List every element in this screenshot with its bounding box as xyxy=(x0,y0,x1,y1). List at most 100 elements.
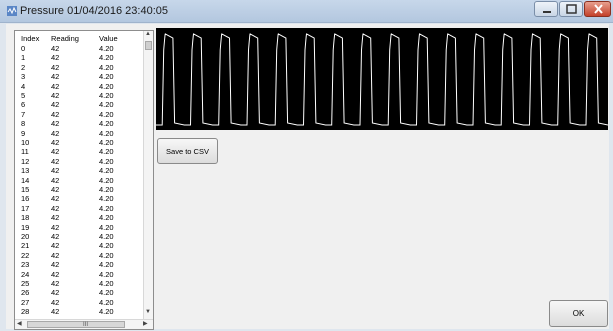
close-button[interactable] xyxy=(584,1,611,17)
cell-index: 25 xyxy=(21,279,30,288)
cell-index: 7 xyxy=(21,109,26,119)
table-row[interactable]: 4 42 4.20 xyxy=(15,82,143,91)
scroll-up-icon[interactable]: ▲ xyxy=(145,31,151,37)
cell-value: 4.20 xyxy=(99,203,114,213)
cell-index: 17 xyxy=(21,203,30,213)
table-row[interactable]: 3 42 4.20 xyxy=(15,72,143,81)
table-row[interactable]: 27 42 4.20 xyxy=(15,298,143,307)
table-row[interactable]: 5 42 4.20 xyxy=(15,91,143,100)
cell-index: 6 xyxy=(21,100,26,110)
cell-value: 4.20 xyxy=(99,72,114,82)
cell-reading: 42 xyxy=(51,213,60,223)
cell-reading: 42 xyxy=(51,260,60,270)
table-row[interactable]: 20 42 4.20 xyxy=(15,232,143,241)
cell-reading: 42 xyxy=(51,250,60,260)
pressure-waveform-plot xyxy=(156,28,608,130)
table-row[interactable]: 11 42 4.20 xyxy=(15,147,143,156)
cell-reading: 42 xyxy=(51,232,60,241)
table-row[interactable]: 8 42 4.20 xyxy=(15,119,143,128)
table-row[interactable]: 1 42 4.20 xyxy=(15,53,143,62)
maximize-button[interactable] xyxy=(559,1,583,17)
table-row[interactable]: 13 42 4.20 xyxy=(15,166,143,175)
table-row[interactable]: 14 42 4.20 xyxy=(15,176,143,185)
cell-index: 14 xyxy=(21,175,30,185)
cell-value: 4.20 xyxy=(99,91,114,100)
table-row[interactable]: 2 42 4.20 xyxy=(15,63,143,72)
cell-index: 15 xyxy=(21,185,30,194)
cell-reading: 42 xyxy=(51,53,60,63)
cell-index: 22 xyxy=(21,250,30,260)
waveform-line xyxy=(156,33,608,126)
cell-index: 11 xyxy=(21,147,29,157)
table-row[interactable]: 22 42 4.20 xyxy=(15,251,143,260)
cell-index: 24 xyxy=(21,269,30,279)
cell-reading: 42 xyxy=(51,307,60,317)
readings-list[interactable]: Index Reading Value 0 42 4.20 1 42 4.20 2 42 4.2… xyxy=(14,30,154,330)
cell-index: 5 xyxy=(21,91,26,100)
horizontal-scroll-thumb[interactable]: III xyxy=(27,321,125,328)
scroll-left-icon[interactable]: ◀ xyxy=(17,320,22,327)
cell-value: 4.20 xyxy=(99,185,114,194)
cell-value: 4.20 xyxy=(99,166,114,176)
table-row[interactable]: 28 42 4.20 xyxy=(15,307,143,316)
cell-value: 4.20 xyxy=(99,44,114,53)
horizontal-scrollbar[interactable]: ◀ III ▶ xyxy=(15,319,153,329)
table-row[interactable]: 6 42 4.20 xyxy=(15,100,143,109)
table-row[interactable]: 25 42 4.20 xyxy=(15,279,143,288)
cell-reading: 42 xyxy=(51,175,60,185)
table-row[interactable]: 26 42 4.20 xyxy=(15,288,143,297)
table-row[interactable]: 21 42 4.20 xyxy=(15,241,143,250)
cell-value: 4.20 xyxy=(99,109,114,119)
scroll-down-icon[interactable]: ▼ xyxy=(145,309,151,315)
cell-reading: 42 xyxy=(51,147,60,157)
column-header-index[interactable]: Index xyxy=(21,34,39,43)
table-row[interactable]: 17 42 4.20 xyxy=(15,204,143,213)
table-row[interactable]: 0 42 4.20 xyxy=(15,44,143,53)
table-row[interactable]: 7 42 4.20 xyxy=(15,110,143,119)
cell-index: 9 xyxy=(21,128,26,138)
cell-reading: 42 xyxy=(51,72,60,82)
table-row[interactable]: 23 42 4.20 xyxy=(15,260,143,269)
cell-reading: 42 xyxy=(51,222,60,232)
maximize-icon xyxy=(566,4,577,14)
window-title: Pressure 01/04/2016 23:40:05 xyxy=(20,5,169,17)
table-row[interactable]: 9 42 4.20 xyxy=(15,129,143,138)
vertical-scrollbar[interactable]: ▲ ▼ xyxy=(143,31,153,319)
table-row[interactable]: 24 42 4.20 xyxy=(15,270,143,279)
save-to-csv-button[interactable]: Save to CSV xyxy=(157,138,218,164)
table-row[interactable]: 19 42 4.20 xyxy=(15,223,143,232)
cell-value: 4.20 xyxy=(99,100,114,110)
cell-value: 4.20 xyxy=(99,119,114,129)
scroll-right-icon[interactable]: ▶ xyxy=(143,320,148,327)
cell-reading: 42 xyxy=(51,44,60,53)
cell-reading: 42 xyxy=(51,185,60,194)
cell-value: 4.20 xyxy=(99,232,114,241)
minimize-button[interactable] xyxy=(534,1,558,17)
table-row[interactable]: 12 42 4.20 xyxy=(15,157,143,166)
cell-value: 4.20 xyxy=(99,138,114,147)
cell-reading: 42 xyxy=(51,81,60,91)
cell-index: 4 xyxy=(21,81,26,91)
vertical-scroll-thumb[interactable] xyxy=(145,41,152,50)
cell-index: 21 xyxy=(21,241,30,251)
cell-value: 4.20 xyxy=(99,81,114,91)
cell-reading: 42 xyxy=(51,194,60,204)
cell-value: 4.20 xyxy=(99,156,114,166)
cell-reading: 42 xyxy=(51,119,60,129)
cell-value: 4.20 xyxy=(99,288,114,298)
table-row[interactable]: 18 42 4.20 xyxy=(15,213,143,222)
table-row[interactable]: 10 42 4.20 xyxy=(15,138,143,147)
cell-index: 13 xyxy=(21,166,30,176)
cell-index: 10 xyxy=(21,138,30,147)
cell-value: 4.20 xyxy=(99,222,114,232)
minimize-icon xyxy=(543,11,551,13)
ok-button[interactable]: OK xyxy=(549,300,608,327)
table-row[interactable]: 16 42 4.20 xyxy=(15,194,143,203)
cell-reading: 42 xyxy=(51,91,60,100)
table-row[interactable]: 15 42 4.20 xyxy=(15,185,143,194)
cell-reading: 42 xyxy=(51,109,60,119)
cell-index: 28 xyxy=(21,307,30,317)
column-header-value[interactable]: Value xyxy=(99,34,118,43)
cell-index: 20 xyxy=(21,232,30,241)
column-header-reading[interactable]: Reading xyxy=(51,34,79,43)
